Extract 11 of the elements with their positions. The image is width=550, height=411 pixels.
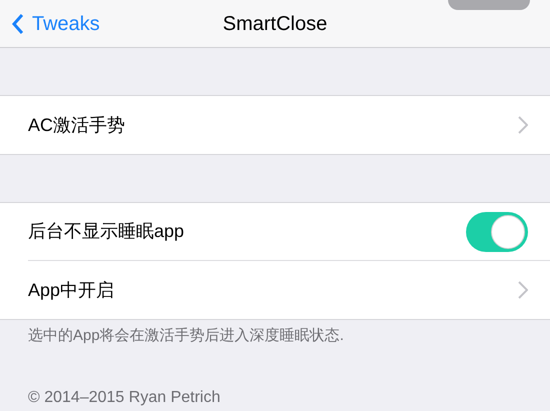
page-title: SmartClose [222,12,328,36]
toggle-switch[interactable] [466,212,528,252]
chevron-icon[interactable] [518,281,528,299]
row-label: AC激活手势 [28,114,126,136]
section-footer-note: 选中的App将会在激活手势后进入深度睡眠状态. [27,326,345,346]
back-button[interactable]: Tweaks [0,8,100,38]
chevron-left-icon [12,12,24,34]
row-label: 后台不显示睡眠app [28,220,186,243]
copyright-text: © 2014–2015 Ryan Petrich [27,388,222,408]
row-label: App中开启 [28,278,116,302]
chevron-icon[interactable] [518,116,528,134]
